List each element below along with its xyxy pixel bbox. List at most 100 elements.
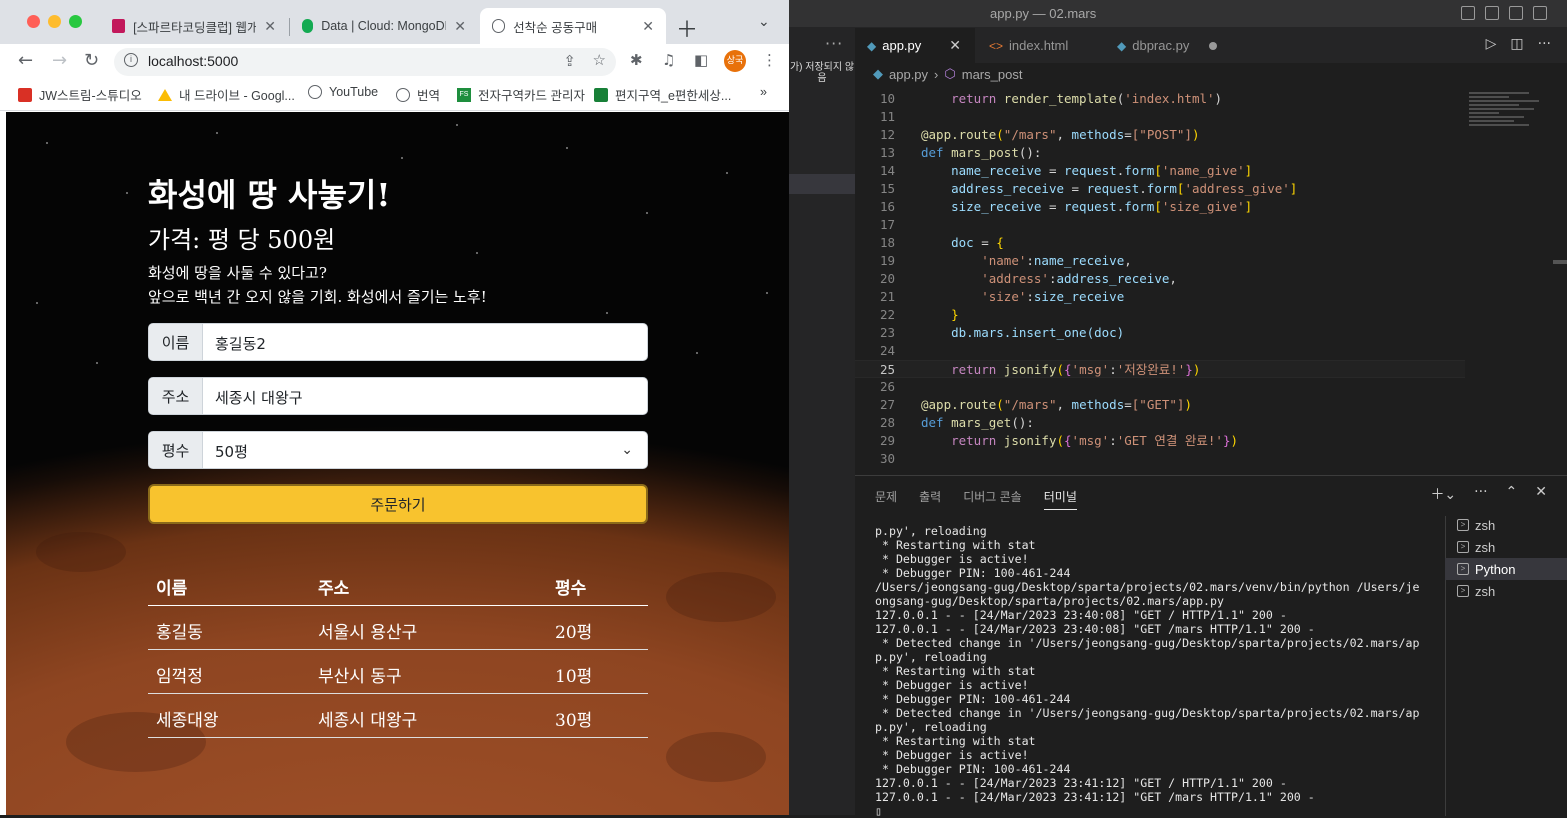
code-line: 28 def mars_get():: [879, 415, 1034, 430]
cell-address: 세종시 대왕구: [318, 711, 418, 731]
close-icon[interactable]: ✕: [949, 37, 961, 54]
toggle-sidebar-icon[interactable]: [1461, 6, 1475, 20]
share-icon[interactable]: ⇪: [563, 52, 576, 70]
bookmark-item[interactable]: 번역: [396, 85, 440, 104]
bookmark-star-icon[interactable]: ☆: [593, 51, 606, 69]
bookmark-item[interactable]: 편지구역_e편한세상...: [594, 85, 731, 104]
close-icon[interactable]: ✕: [642, 18, 654, 35]
back-arrow-icon[interactable]: ←: [18, 50, 33, 71]
bookmark-item[interactable]: 내 드라이브 - Googl...: [158, 85, 295, 104]
crater: [36, 532, 126, 572]
sheets-icon: [594, 87, 608, 102]
orders-table: 이름 주소 평수 홍길동 서울시 용산구 20평 임꺽정 부산시 동구 10평 …: [148, 562, 648, 738]
chevron-down-icon[interactable]: ⌄: [621, 442, 633, 458]
close-icon[interactable]: ✕: [1535, 484, 1547, 504]
address-input[interactable]: 세종시 대왕구: [203, 378, 647, 414]
close-icon[interactable]: ✕: [264, 18, 276, 35]
new-tab-button[interactable]: ＋: [676, 12, 698, 44]
column-header-name: 이름: [156, 579, 188, 599]
address-bar[interactable]: i localhost:5000 ⇪ ☆: [114, 48, 616, 76]
unsaved-dot-icon[interactable]: [1209, 41, 1218, 50]
tab-debug-console[interactable]: 디버그 콘솔: [963, 488, 1022, 510]
forward-arrow-icon[interactable]: →: [52, 50, 67, 71]
customize-layout-icon[interactable]: [1533, 6, 1547, 20]
terminal-output[interactable]: p.py', reloading * Restarting with stat …: [875, 524, 1435, 818]
maximize-panel-icon[interactable]: ⌃: [1506, 484, 1518, 504]
python-file-icon: ◆: [1117, 38, 1127, 53]
minimize-window-button[interactable]: [48, 15, 61, 28]
chrome-menu-icon[interactable]: ⋮: [762, 51, 777, 69]
bookmark-item[interactable]: YouTube: [308, 85, 378, 99]
size-select[interactable]: 50평: [203, 432, 647, 468]
tab-dbprac-py[interactable]: ◆ dbprac.py: [1105, 28, 1229, 63]
code-line-current: 25 return jsonify({'msg':'저장완료!'}): [855, 360, 1465, 378]
terminal-list: > zsh > zsh > Python > zsh: [1445, 514, 1567, 602]
toggle-panel-icon[interactable]: [1485, 6, 1499, 20]
toggle-secondary-sidebar-icon[interactable]: [1509, 6, 1523, 20]
explorer-sidebar: ··· 가) 저장되지 않음: [789, 28, 855, 815]
browser-tab-active[interactable]: 선착순 공동구매 ✕: [480, 8, 666, 44]
tab-problems[interactable]: 문제: [875, 488, 897, 510]
close-window-button[interactable]: [27, 15, 40, 28]
code-line: 11: [879, 109, 895, 124]
reload-icon[interactable]: ↻: [84, 50, 99, 71]
extensions-icon[interactable]: ✱: [630, 51, 643, 69]
chrome-window: [스파르타코딩클럽] 웹개발 ✕ Data | Cloud: MongoDB ✕…: [0, 0, 789, 815]
more-actions-icon[interactable]: ···: [825, 34, 843, 53]
zoom-window-button[interactable]: [69, 15, 82, 28]
close-icon[interactable]: ✕: [454, 18, 466, 35]
name-input[interactable]: 홍길동2: [203, 324, 647, 360]
terminal-icon: >: [1457, 541, 1469, 553]
bottom-panel: 문제 출력 디버그 콘솔 터미널 ＋⌄ ··· ⌃ ✕ p.py', reloa…: [855, 475, 1567, 818]
terminal-item-python[interactable]: > Python: [1445, 558, 1567, 580]
more-icon[interactable]: ···: [1474, 484, 1487, 504]
code-editor[interactable]: 10 return render_template('index.html') …: [855, 90, 1567, 474]
html-file-icon: <>: [989, 38, 1004, 53]
globe-icon: [396, 87, 410, 102]
cell-address: 서울시 용산구: [318, 623, 418, 643]
explorer-selected-item[interactable]: [789, 174, 855, 194]
breadcrumb-symbol[interactable]: mars_post: [962, 67, 1023, 82]
more-bookmarks-icon[interactable]: »: [760, 85, 767, 99]
tab-output[interactable]: 출력: [919, 488, 941, 510]
terminal-item-zsh[interactable]: > zsh: [1445, 514, 1567, 536]
browser-tab-mongodb[interactable]: Data | Cloud: MongoDB ✕: [290, 8, 478, 44]
media-control-icon[interactable]: ♫: [662, 51, 675, 69]
table-header-row: 이름 주소 평수: [148, 562, 648, 606]
minimap[interactable]: [1469, 90, 1549, 160]
tab-app-py[interactable]: ◆ app.py ✕: [855, 28, 975, 63]
site-info-icon[interactable]: i: [124, 53, 138, 67]
editor-scrollbar[interactable]: [1553, 260, 1567, 264]
more-icon[interactable]: ···: [1538, 36, 1551, 52]
browser-tab-sparta[interactable]: [스파르타코딩클럽] 웹개발 ✕: [100, 8, 288, 44]
code-line: 29 return jsonify({'msg':'GET 연결 완료!'}): [879, 433, 1238, 448]
split-editor-icon[interactable]: ◫: [1510, 36, 1523, 52]
google-drive-icon: [158, 88, 172, 101]
terminal-item-zsh[interactable]: > zsh: [1445, 536, 1567, 558]
mongodb-leaf-icon: [302, 19, 314, 33]
breadcrumb-file[interactable]: app.py: [889, 67, 928, 82]
window-controls: [27, 15, 82, 28]
url-text: localhost:5000: [148, 53, 239, 69]
breadcrumb: ◆ app.py › ⬡ mars_post: [855, 63, 1567, 85]
tab-index-html[interactable]: <> index.html: [977, 28, 1080, 63]
tab-label: dbprac.py: [1132, 38, 1190, 53]
tab-search-icon[interactable]: ⌄: [758, 14, 770, 30]
order-button[interactable]: 주문하기: [148, 484, 648, 524]
profile-avatar[interactable]: 상국: [724, 50, 746, 72]
chevron-right-icon: ›: [934, 66, 939, 82]
bookmark-item[interactable]: JW스트림-스튜디오: [18, 85, 142, 104]
new-terminal-icon[interactable]: ＋⌄: [1430, 484, 1456, 504]
code-line: 19 'name':name_receive,: [879, 253, 1132, 268]
code-line: 24: [879, 343, 895, 358]
run-icon[interactable]: ▷: [1486, 36, 1497, 52]
terminal-icon: >: [1457, 585, 1469, 597]
tab-terminal[interactable]: 터미널: [1043, 488, 1077, 510]
terminal-item-zsh[interactable]: > zsh: [1445, 580, 1567, 602]
bookmark-favicon-icon: [18, 87, 32, 102]
side-panel-icon[interactable]: ◧: [694, 51, 708, 69]
description-line-1: 화성에 땅을 사둘 수 있다고?: [148, 264, 327, 282]
browser-toolbar: ← → ↻ i localhost:5000 ⇪ ☆ ✱ ♫ ◧ ⋮: [0, 44, 789, 78]
description-line-2: 앞으로 백년 간 오지 않을 기회. 화성에서 즐기는 노후!: [148, 288, 487, 306]
bookmark-item[interactable]: FS 전자구역카드 관리자: [457, 85, 585, 104]
